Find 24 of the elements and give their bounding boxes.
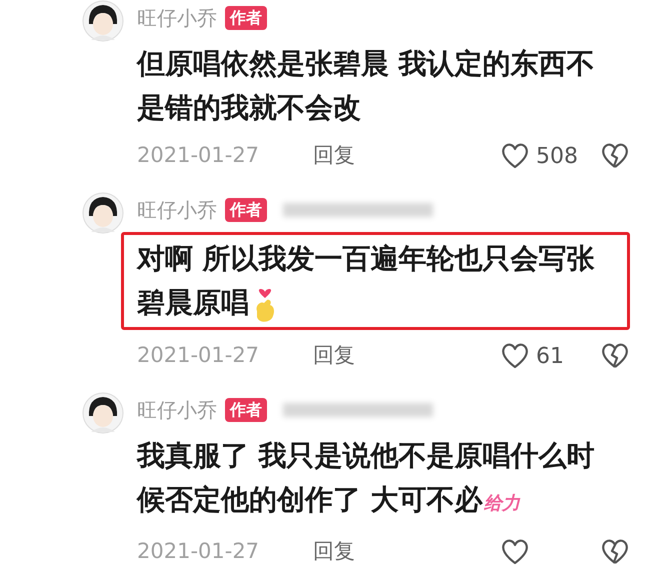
heart-icon[interactable] [500,342,530,370]
broken-heart-icon[interactable] [600,342,630,370]
comment-date: 2021-01-27 [137,342,260,370]
sticker-text: 给力 [484,493,520,514]
broken-heart-icon[interactable] [600,142,630,170]
avatar[interactable] [82,192,124,234]
reply-link[interactable]: 回复 [313,340,355,372]
comment-text: 我真服了 我只是说他不是原唱什么时候否定他的创作了 大可不必给力 [137,438,596,518]
broken-heart-icon[interactable] [600,538,630,566]
comment-date: 2021-01-27 [137,142,260,170]
author-badge: 作者 [225,398,267,422]
comment-text: 对啊 所以我发一百遍年轮也只会写张碧晨原唱 [137,237,617,325]
reply-link[interactable]: 回复 [313,140,355,172]
author-badge: 作者 [225,198,267,222]
author-badge: 作者 [225,6,267,30]
reply-link[interactable]: 回复 [313,536,355,568]
heart-icon[interactable] [500,142,530,170]
avatar[interactable] [82,392,124,434]
comment-date: 2021-01-27 [137,538,260,566]
avatar[interactable] [82,0,124,42]
like-count: 61 [536,342,565,370]
like-count: 508 [536,142,579,170]
heart-icon[interactable] [500,538,530,566]
comment-text: 但原唱依然是张碧晨 我认定的东西不是错的我就不会改 [137,46,596,126]
